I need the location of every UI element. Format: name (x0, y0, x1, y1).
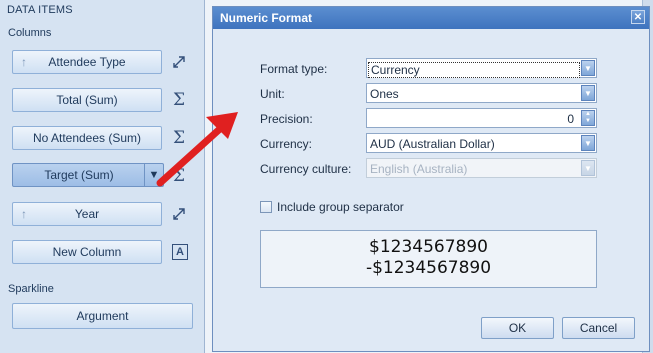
column-label: New Column (52, 245, 122, 259)
format-type-label: Format type: (260, 62, 328, 76)
sort-arrow-up-icon: ↑ (21, 207, 27, 221)
column-label: Attendee Type (48, 55, 126, 69)
precision-label: Precision: (260, 112, 313, 126)
spin-down-icon[interactable]: ▼ (582, 118, 594, 125)
close-button[interactable]: ✕ (631, 10, 645, 24)
cancel-button[interactable]: Cancel (562, 317, 635, 339)
chevron-down-icon: ▼ (581, 160, 595, 176)
dimension-settings-icon[interactable] (170, 53, 188, 71)
data-items-panel: DATA ITEMS Columns ↑ Attendee Type Total… (0, 0, 205, 353)
format-preview: $1234567890 -$1234567890 (260, 230, 597, 288)
currency-label: Currency: (260, 137, 313, 151)
column-target-sum-button[interactable]: Target (Sum) ▼ (12, 163, 164, 187)
column-label: Total (Sum) (56, 93, 118, 107)
currency-culture-select: English (Australia) ▼ (366, 158, 597, 178)
ok-button[interactable]: OK (481, 317, 554, 339)
spin-up-icon[interactable]: ▲ (582, 111, 594, 118)
sort-arrow-up-icon: ↑ (21, 55, 27, 69)
chevron-down-icon[interactable]: ▼ (581, 60, 595, 76)
sigma-icon[interactable]: Σ (170, 166, 188, 186)
unit-value: Ones (370, 87, 399, 101)
new-column-button[interactable]: New Column (12, 240, 162, 264)
precision-spin-buttons[interactable]: ▲ ▼ (581, 110, 595, 126)
format-type-select[interactable]: Currency ▼ (366, 58, 597, 78)
numeric-format-dialog: Numeric Format ✕ Format type: Currency ▼… (212, 6, 650, 352)
sparkline-argument-button[interactable]: Argument (12, 303, 193, 329)
precision-value: 0 (567, 112, 574, 126)
group-separator-checkbox[interactable] (260, 201, 272, 213)
group-separator-option[interactable]: Include group separator (260, 200, 404, 214)
sparkline-section-label: Sparkline (8, 283, 54, 295)
columns-section-label: Columns (8, 27, 52, 39)
dialog-titlebar[interactable]: Numeric Format ✕ (213, 7, 649, 29)
chevron-down-icon[interactable]: ▼ (144, 164, 163, 186)
unit-label: Unit: (260, 87, 285, 101)
column-label: Target (Sum) (44, 168, 114, 182)
preview-negative: -$1234567890 (365, 258, 492, 278)
column-label: No Attendees (Sum) (32, 131, 142, 145)
unit-select[interactable]: Ones ▼ (366, 83, 597, 103)
currency-culture-label: Currency culture: (260, 162, 352, 176)
dimension-settings-icon[interactable] (170, 205, 188, 223)
panel-title: DATA ITEMS (7, 4, 73, 16)
column-year-button[interactable]: ↑ Year (12, 202, 162, 226)
text-a-icon[interactable]: A (172, 244, 188, 260)
currency-select[interactable]: AUD (Australian Dollar) ▼ (366, 133, 597, 153)
group-separator-label: Include group separator (277, 200, 404, 214)
currency-culture-value: English (Australia) (370, 162, 468, 176)
column-attendee-type-button[interactable]: ↑ Attendee Type (12, 50, 162, 74)
column-total-sum-button[interactable]: Total (Sum) (12, 88, 162, 112)
format-type-value: Currency (368, 62, 580, 78)
column-label: Year (74, 207, 100, 221)
close-icon: ✕ (633, 11, 643, 23)
sigma-icon[interactable]: Σ (170, 90, 188, 110)
preview-positive: $1234567890 (369, 237, 488, 257)
chevron-down-icon[interactable]: ▼ (581, 135, 595, 151)
dialog-title: Numeric Format (220, 11, 313, 25)
chevron-down-icon[interactable]: ▼ (581, 85, 595, 101)
currency-value: AUD (Australian Dollar) (370, 137, 495, 151)
sigma-icon[interactable]: Σ (170, 128, 188, 148)
precision-spinner[interactable]: 0 ▲ ▼ (366, 108, 597, 128)
column-no-attendees-sum-button[interactable]: No Attendees (Sum) (12, 126, 162, 150)
